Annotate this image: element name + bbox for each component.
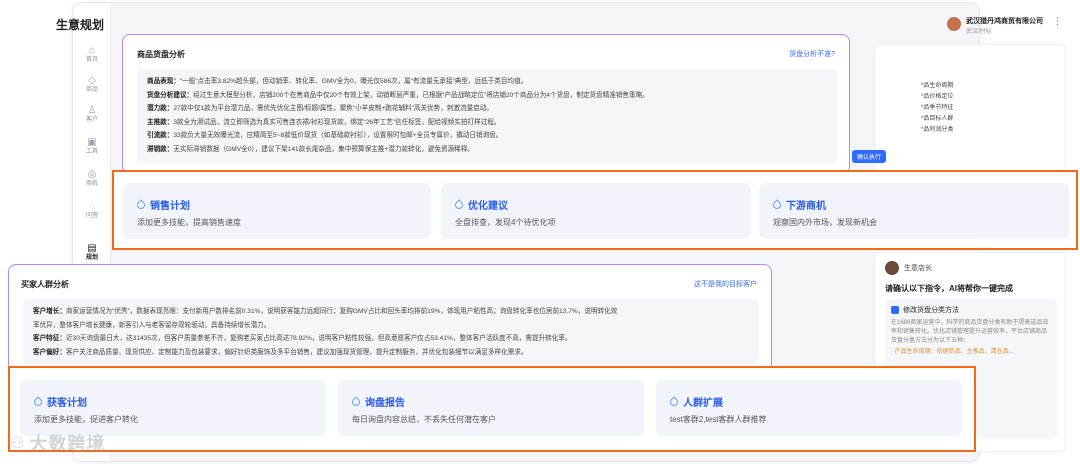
- action-title: 获客计划: [32, 394, 87, 409]
- action-desc: test客群2,test客群人群推荐: [670, 415, 767, 424]
- confirm-execute-button[interactable]: 确认执行: [852, 150, 887, 163]
- buyer-analysis-detail: 客户增长：商家运营情况为“优秀”，数据表现亮眼：支付新用户数排名前0.31%，说…: [23, 299, 759, 365]
- leaf-icon: [453, 198, 465, 211]
- category-item: *品价格定位: [921, 94, 954, 100]
- user-icon: ♙: [87, 105, 97, 116]
- action-desc: 添加更多技能，提高销售速度: [137, 218, 241, 227]
- optimization-card[interactable]: 优化建议 全盘排查，发现4个待优化项: [441, 183, 751, 239]
- sidebar-item-tools[interactable]: ▣ 工具: [73, 137, 111, 156]
- action-title: 优化建议: [453, 197, 508, 212]
- detail-line: 率优异，整体客户增长健康，新客引入与老客留存双轮驱动，具备持续增长潜力。: [33, 321, 271, 329]
- category-item: *品利润分类: [921, 127, 954, 133]
- detail-line: 滞销款：无实际滞销数据（GMV全0），建议下架141款长尾杂品，集中预算保主推+…: [147, 145, 474, 153]
- sales-plan-card[interactable]: 销售计划 添加更多技能，提高销售速度: [123, 183, 431, 239]
- action-title: 人群扩展: [668, 394, 723, 409]
- inquiry-report-card[interactable]: 询盘报告 每日询盘内容总结，不丢失任何潜在客户: [338, 380, 644, 436]
- tag-icon: ◇: [88, 75, 96, 86]
- goods-category-panel: *品生命周期 *品价格定位 *品季节特征 *品目标人群 *品利润分类: [874, 44, 1066, 172]
- page-title: 生意规划: [56, 18, 105, 32]
- category-item: *品季节特征: [921, 105, 954, 111]
- chart-icon: ▤: [87, 243, 97, 254]
- top-actions-highlight: 销售计划 添加更多技能，提高销售速度 优化建议 全盘排查，发现4个待优化项 下游…: [112, 170, 1078, 250]
- card-title: 买家人群分析: [21, 280, 69, 289]
- buyer-feedback-link[interactable]: 这不是我的目标客户: [694, 279, 757, 289]
- goods-analysis-feedback-link[interactable]: 货盘分析不准?: [789, 49, 835, 59]
- home-icon: ⌂: [88, 45, 96, 56]
- audience-expansion-card[interactable]: 人群扩展 test客群2,test客群人群推荐: [656, 380, 962, 436]
- task-tip: · 产品生命周期：依据新品、主推品、清仓品...: [891, 349, 1014, 355]
- sidebar-item-label: 规划: [85, 255, 98, 261]
- downstream-card[interactable]: 下游商机 观察国内外市场，发现新机会: [759, 183, 1069, 239]
- action-desc: 全盘排查，发现4个待优化项: [455, 218, 556, 227]
- task-body: 在1688商家运营中，科学的商品货盘分类有助于提高选品效率和销售转化。优化店铺管…: [891, 320, 1049, 344]
- buyer-analysis-card: 买家人群分析 这不是我的目标客户 客户增长：商家运营情况为“优秀”，数据表现亮眼…: [8, 264, 772, 372]
- detail-line: 客户特征：近30天询盘最日大，达31435次，但客户质量参差不齐，复购老买家占比…: [33, 335, 572, 342]
- company-sub: 武汉/时标: [966, 29, 992, 35]
- sidebar-item-label: 商品: [85, 87, 98, 93]
- action-title: 询盘报告: [350, 394, 405, 409]
- sidebar-item-label: 客户: [85, 117, 98, 123]
- checkbox[interactable]: [891, 306, 899, 314]
- agent-name: 生意店长: [904, 265, 932, 272]
- company-name: 武汉猎丹鸿商贸有限公司: [966, 18, 1043, 25]
- sidebar-item-label: 问答: [85, 213, 98, 219]
- more-icon[interactable]: ⋮: [1053, 16, 1062, 27]
- sidebar-item-label: 工具: [85, 149, 98, 155]
- watermark: ⚇ 大数跨境: [10, 434, 106, 454]
- acquisition-plan-card[interactable]: 获客计划 添加更多技能，促进客户转化: [20, 380, 326, 436]
- category-item: *品生命周期: [921, 83, 954, 89]
- card-title: 商品货盘分析: [137, 50, 185, 59]
- chat-icon: ◌: [89, 201, 95, 212]
- sidebar-item-planning[interactable]: ▤ 规划: [73, 243, 111, 262]
- ai-prompt: 请确认以下指令，AI将帮你一键完成: [885, 284, 1013, 293]
- detail-line: 客户偏好：客户关注商品质量、现货供应、定制能力及包装要求，偏好针织类服饰及多平台…: [33, 348, 528, 356]
- sidebar-item-goods[interactable]: ◇ 商品: [73, 75, 111, 94]
- sidebar-item-label: 商机: [85, 181, 98, 187]
- leaf-icon: [668, 395, 680, 408]
- leaf-icon: [350, 395, 362, 408]
- toolbox-icon: ▣: [87, 137, 97, 148]
- watermark-logo-icon: ⚇: [10, 435, 26, 452]
- bottom-actions-highlight: 获客计划 添加更多技能，促进客户转化 询盘报告 每日询盘内容总结，不丢失任何潜在…: [8, 366, 976, 452]
- action-title: 销售计划: [135, 197, 190, 212]
- category-item: *品目标人群: [921, 116, 954, 122]
- detail-line: 主推款：3款全为测试品，流立即筛选为真实可售连衣裙/衬衫现货款，绑定“26年工艺…: [147, 118, 501, 126]
- detail-line: 商品表现：“一般”点击率3.82%超头部，但动销率、转化率、GMV全为0，曝光仅…: [147, 78, 528, 85]
- action-desc: 观察国内外市场，发现新机会: [773, 218, 877, 227]
- sidebar-item-home[interactable]: ⌂ 首页: [73, 45, 111, 64]
- sidebar-item-customer[interactable]: ♙ 客户: [73, 105, 111, 124]
- leaf-icon: [32, 395, 44, 408]
- sidebar-item-opportunity[interactable]: ◎ 商机: [73, 169, 111, 188]
- task-title: 修改货盘分类方法: [903, 307, 959, 314]
- detail-line: 货盘分析建议：经过生意大模型分析，店铺200个在售商品中仅20个有效上架，动销断…: [147, 91, 649, 99]
- leaf-icon: [135, 198, 147, 211]
- detail-line: 潜力款：27款中仅1款为平台潜力品，需优先优化主图/标题/属性，聚焦“小羊皮制+…: [147, 105, 493, 112]
- action-desc: 添加更多技能，促进客户转化: [34, 415, 138, 424]
- avatar: [947, 17, 961, 31]
- action-desc: 每日询盘内容总结，不丢失任何潜在客户: [352, 415, 496, 424]
- detail-line: 客户增长：商家运营情况为“优秀”，数据表现亮眼：支付新用户数排名前0.31%，说…: [33, 308, 618, 315]
- goods-analysis-card: 商品货盘分析 货盘分析不准? 商品表现：“一般”点击率3.82%超头部，但动销率…: [122, 34, 850, 174]
- sidebar-item-label: 首页: [85, 57, 98, 63]
- leaf-icon: [771, 198, 783, 211]
- action-title: 下游商机: [771, 197, 826, 212]
- sidebar-item-qa[interactable]: ◌ 问答: [73, 201, 111, 220]
- coin-icon: ◎: [87, 169, 97, 180]
- detail-line: 引流款：33款负大量无效曝光流，应精简至5~8款低价现货（如基础款衬衫），设置限…: [147, 132, 503, 139]
- agent-avatar: [885, 261, 899, 275]
- goods-analysis-detail: 商品表现：“一般”点击率3.82%超头部，但动销率、转化率、GMV全为0，曝光仅…: [137, 69, 837, 163]
- company-info[interactable]: 武汉猎丹鸿商贸有限公司 武汉/时标 ⋮: [947, 16, 1062, 35]
